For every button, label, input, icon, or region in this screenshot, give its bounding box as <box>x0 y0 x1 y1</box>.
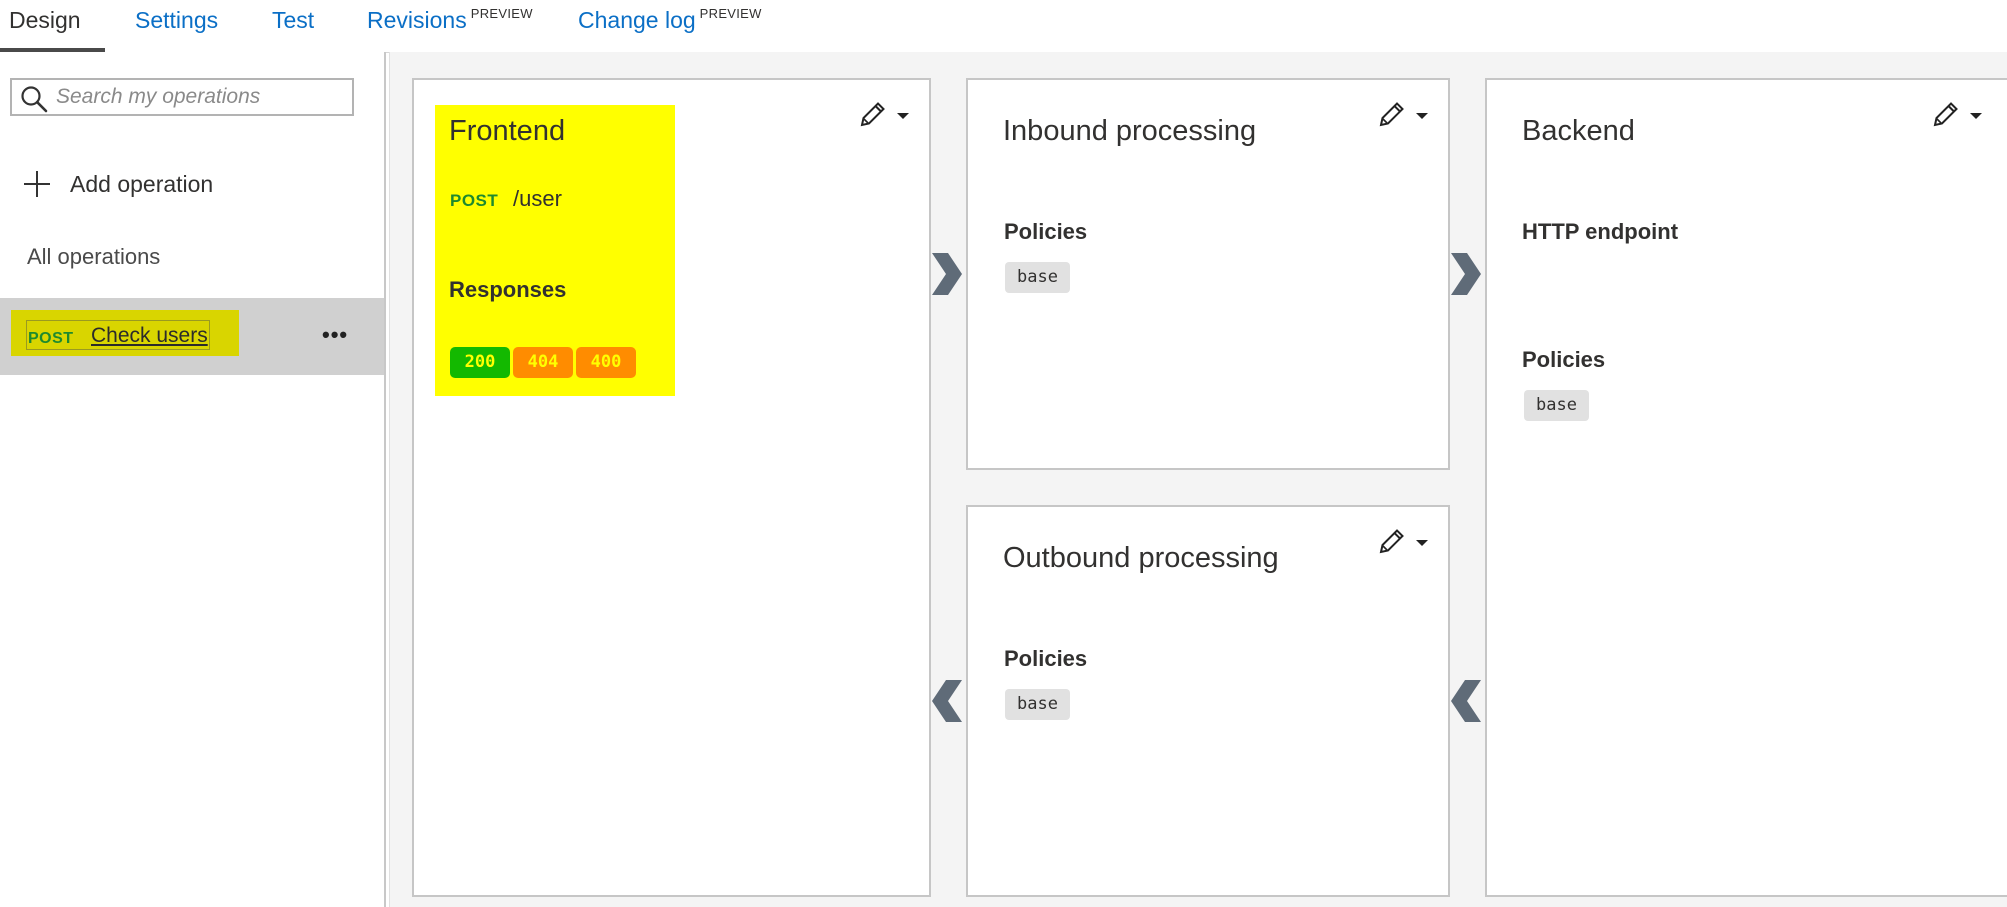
tab-label: Test <box>272 7 315 33</box>
backend-title: Backend <box>1522 115 1635 147</box>
operation-item-check-users[interactable]: POST Check users ••• <box>0 298 384 375</box>
all-operations-item[interactable]: All operations <box>27 244 160 270</box>
tab-label: Revisions <box>367 7 467 33</box>
frontend-edit-button[interactable] <box>856 97 920 131</box>
tab-revisions[interactable]: Revisions PREVIEW <box>367 0 533 52</box>
inbound-edit-button[interactable] <box>1375 97 1439 131</box>
chevron-right-icon <box>1451 253 1481 295</box>
inbound-title: Inbound processing <box>1003 115 1257 147</box>
inbound-policies-label: Policies <box>1004 219 1088 244</box>
pencil-icon <box>1379 102 1404 127</box>
caret-down-icon <box>1416 113 1428 119</box>
outbound-edit-button[interactable] <box>1375 524 1439 558</box>
response-badge-404[interactable]: 404 <box>513 347 573 378</box>
pencil-icon <box>860 102 885 127</box>
tab-design[interactable]: Design <box>9 0 81 52</box>
responses-label: Responses <box>449 277 567 302</box>
pencil-icon <box>1933 102 1958 127</box>
tab-bar: Design Settings Test Revisions PREVIEW Ch… <box>0 0 2007 53</box>
outbound-policies-label: Policies <box>1004 646 1088 671</box>
search-box <box>10 78 354 116</box>
response-badge-200[interactable]: 200 <box>450 347 510 378</box>
sidebar-divider[interactable] <box>384 52 386 907</box>
backend-edit-button[interactable] <box>1929 97 1993 131</box>
response-badge-400[interactable]: 400 <box>576 347 636 378</box>
outbound-title: Outbound processing <box>1003 542 1279 574</box>
tab-change-log[interactable]: Change log PREVIEW <box>578 0 762 52</box>
frontend-method-badge: POST <box>450 191 499 210</box>
frontend-title: Frontend <box>449 115 566 147</box>
all-operations-label: All operations <box>27 244 161 269</box>
operation-method-badge: POST <box>28 330 74 347</box>
backend-policy-chip[interactable]: base <box>1524 390 1589 421</box>
frontend-path: /user <box>513 186 562 211</box>
http-endpoint-label: HTTP endpoint <box>1522 219 1679 244</box>
search-icon <box>21 86 48 113</box>
caret-down-icon <box>1416 540 1428 546</box>
caret-down-icon <box>1970 113 1982 119</box>
preview-badge: PREVIEW <box>699 6 762 21</box>
add-operation-button[interactable]: Add operation <box>22 164 213 204</box>
preview-badge: PREVIEW <box>470 6 533 21</box>
tab-settings[interactable]: Settings <box>135 0 218 52</box>
plus-icon <box>24 171 50 197</box>
add-operation-label: Add operation <box>70 170 214 197</box>
more-options-icon[interactable]: ••• <box>322 322 348 348</box>
backend-policies-label: Policies <box>1522 347 1606 372</box>
chevron-left-icon <box>932 680 962 722</box>
inbound-policy-chip[interactable]: base <box>1005 262 1070 293</box>
chevron-right-icon <box>932 253 962 295</box>
backend-card <box>1485 78 2007 897</box>
tab-label: Change log <box>578 7 696 33</box>
tab-label: Settings <box>135 7 219 33</box>
operation-name[interactable]: Check users <box>91 324 208 348</box>
outbound-policy-chip[interactable]: base <box>1005 689 1070 720</box>
pencil-icon <box>1379 529 1404 554</box>
search-input[interactable] <box>56 80 346 114</box>
caret-down-icon <box>897 113 909 119</box>
tab-test[interactable]: Test <box>272 0 314 52</box>
tab-label: Design <box>9 7 81 33</box>
chevron-left-icon <box>1451 680 1481 722</box>
